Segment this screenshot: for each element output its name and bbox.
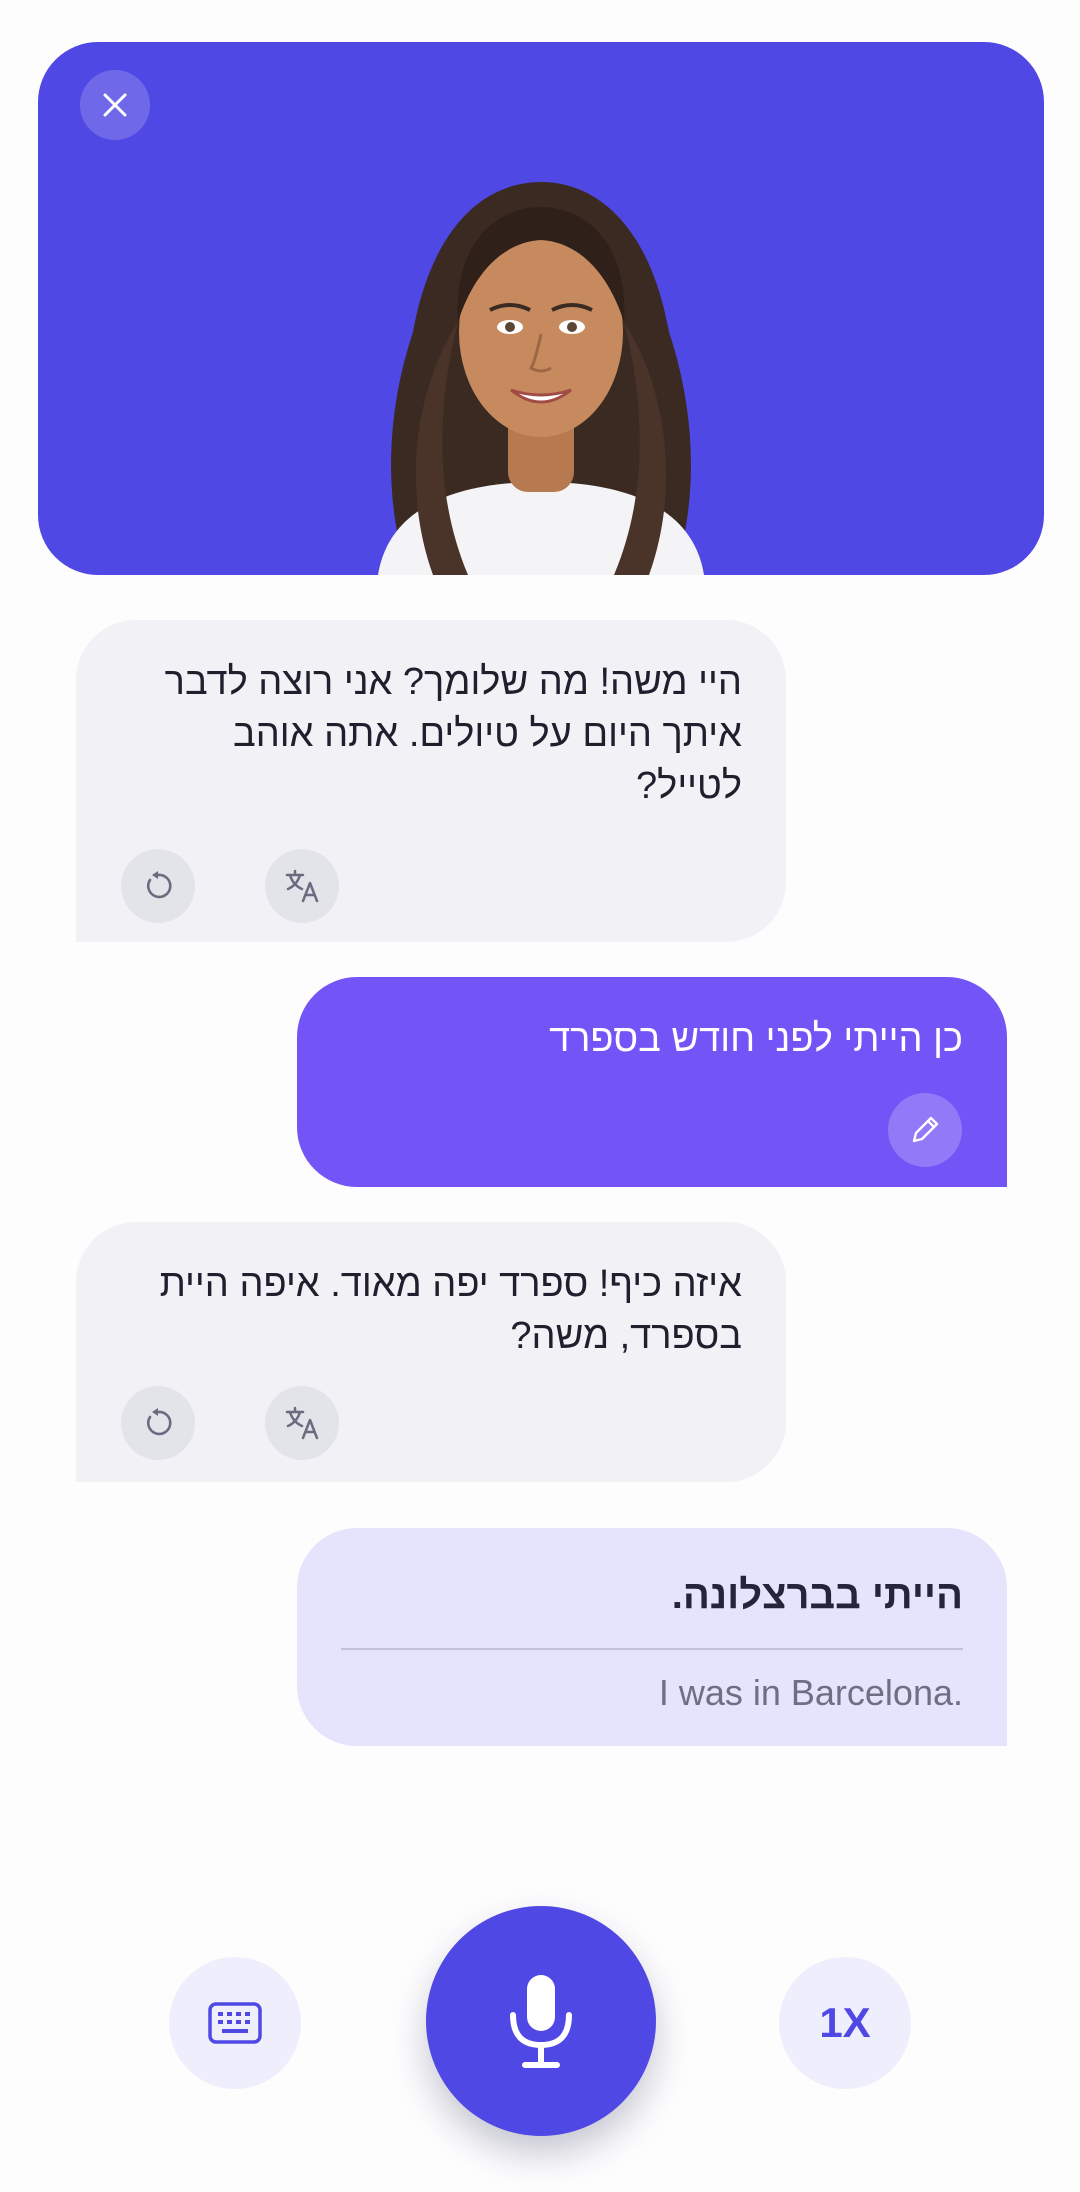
translate-button[interactable] <box>265 1386 339 1460</box>
translation-text: I was in Barcelona. <box>658 1672 963 1713</box>
microphone-icon <box>510 1975 572 2068</box>
translate-icon <box>285 1406 319 1440</box>
edit-button[interactable] <box>888 1093 962 1167</box>
replay-icon <box>147 871 172 899</box>
message-text: כן הייתי לפני חודש בספרד <box>549 1018 963 1060</box>
keyboard-icon <box>208 2002 262 2044</box>
translate-button[interactable] <box>265 849 339 923</box>
speed-label: 1X <box>819 1999 871 2046</box>
close-icon <box>103 93 127 117</box>
pending-message: הייתי בברצלונה. I was in Barcelona. <box>297 1528 1007 1746</box>
bot-message: איזה כיף! ספרד יפה מאוד. איפה היית בספרד… <box>76 1222 786 1482</box>
keyboard-button[interactable] <box>169 1957 301 2089</box>
avatar-card <box>38 42 1044 575</box>
bot-message: היי משה! מה שלומך? אני רוצה לדבר איתך הי… <box>76 620 786 942</box>
speed-button[interactable]: 1X <box>779 1957 911 2089</box>
edit-icon <box>912 1116 939 1143</box>
recognized-text: הייתי בברצלונה. <box>671 1573 963 1617</box>
close-button[interactable] <box>80 70 150 140</box>
message-text: איזה כיף! ספרד יפה מאוד. איפה היית בספרד… <box>159 1263 742 1357</box>
replay-button[interactable] <box>121 1386 195 1460</box>
microphone-button[interactable] <box>426 1906 656 2136</box>
tutor-avatar <box>378 182 704 575</box>
user-message: כן הייתי לפני חודש בספרד <box>297 977 1007 1187</box>
translate-icon <box>285 869 319 903</box>
replay-icon <box>147 1408 172 1436</box>
message-text: היי משה! מה שלומך? אני רוצה לדבר איתך הי… <box>164 661 742 807</box>
replay-button[interactable] <box>121 849 195 923</box>
